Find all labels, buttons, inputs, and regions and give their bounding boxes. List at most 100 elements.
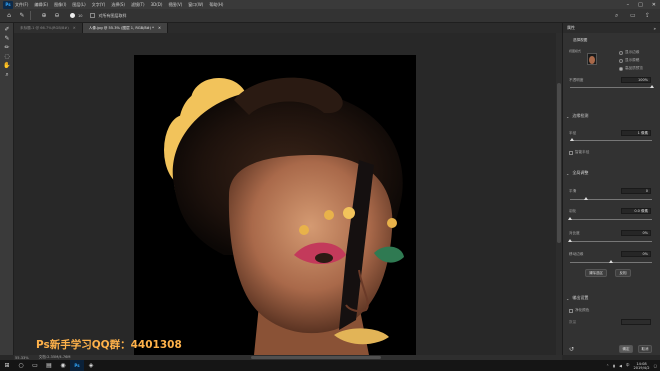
show-edge-label: 显示边缘	[625, 50, 640, 54]
show-original-checkbox[interactable]	[619, 59, 623, 63]
refine-brush-tool-icon[interactable]: ✎	[18, 12, 26, 20]
brush-tool-icon[interactable]: ✏	[0, 43, 14, 52]
close-icon[interactable]: ✕	[158, 26, 161, 30]
hand-tool-icon[interactable]: ✋	[0, 61, 14, 70]
workspace-icon[interactable]: ▭	[630, 12, 637, 19]
menu-type[interactable]: 文字(Y)	[92, 2, 106, 8]
zoom-tool-icon[interactable]: ⌕	[0, 70, 14, 79]
sample-all-layers-label: 对所有图层取样	[98, 12, 127, 18]
menu-file[interactable]: 文件(F)	[15, 2, 28, 8]
reset-icon[interactable]: ↺	[569, 346, 574, 353]
tab-portrait[interactable]: 人像.jpg @ 55.3% (图层 1, RGB/8#) * ✕	[82, 23, 168, 33]
show-edge-checkbox[interactable]	[619, 51, 623, 55]
transparency-slider[interactable]	[570, 85, 654, 88]
ok-button[interactable]: 确定	[619, 345, 633, 353]
chevron-up-icon[interactable]: ⌃	[606, 364, 609, 368]
brush-size-value: 10	[78, 13, 83, 18]
refine-edge-brush-icon[interactable]: ✎	[0, 34, 14, 43]
menu-layer[interactable]: 图层(L)	[72, 2, 85, 8]
contrast-slider[interactable]	[568, 239, 652, 242]
menu-help[interactable]: 帮助(H)	[209, 2, 223, 8]
app-icon[interactable]: ◈	[84, 360, 98, 371]
section-title: 全局调整	[572, 170, 589, 175]
slider-knob[interactable]	[568, 217, 572, 220]
brush-size-picker[interactable]	[66, 12, 78, 20]
menu-3d[interactable]: 3D(D)	[151, 2, 163, 7]
taskbar: ⊞ ○ ▭ ▤ ◉ Ps ◈ ⌃ ▮ ◀ 中 14:08 2019/4/2 ▢	[0, 360, 660, 371]
slider-knob[interactable]	[650, 85, 654, 88]
global-refine-section[interactable]: ⌄ 全局调整	[566, 170, 588, 176]
hq-preview-label: 高品质预览	[625, 66, 643, 70]
explorer-icon[interactable]: ▤	[42, 360, 56, 371]
shift-edge-field[interactable]: 0%	[621, 251, 651, 257]
home-icon[interactable]: ⌂	[5, 12, 13, 20]
smooth-label: 平滑	[569, 189, 577, 193]
quick-selection-tool-icon[interactable]: ✐	[0, 25, 14, 34]
photoshop-taskbar-button[interactable]: Ps	[70, 360, 84, 371]
portrait-illustration	[134, 55, 416, 355]
menu-filter[interactable]: 滤镜(T)	[131, 2, 145, 8]
network-icon[interactable]: ▮	[613, 364, 615, 368]
invert-button[interactable]: 反相	[615, 269, 631, 277]
maximize-button[interactable]: □	[638, 2, 643, 8]
zoom-level[interactable]: 55.33%	[15, 356, 29, 360]
notification-icon[interactable]: ▢	[654, 364, 657, 368]
minimize-button[interactable]: –	[627, 2, 630, 8]
transparency-field[interactable]: 100%	[621, 77, 651, 83]
radius-slider[interactable]	[569, 138, 652, 141]
subtract-mode-icon[interactable]: ⊖	[53, 12, 61, 20]
volume-icon[interactable]: ◀	[619, 364, 622, 368]
task-view-icon[interactable]: ▭	[28, 360, 42, 371]
share-icon[interactable]: ⇪	[645, 12, 652, 19]
view-mode-thumbnail[interactable]	[587, 53, 597, 65]
output-section[interactable]: ⌄ 输出设置	[566, 295, 588, 301]
feather-slider[interactable]	[568, 217, 652, 220]
radius-label: 半径	[569, 131, 577, 135]
lasso-tool-icon[interactable]: ◌	[0, 52, 14, 61]
decontaminate-checkbox[interactable]	[569, 309, 573, 313]
menu-image[interactable]: 图像(I)	[54, 2, 66, 8]
ps-logo: Ps	[3, 0, 13, 9]
search-icon[interactable]: ○	[14, 360, 28, 371]
close-window-button[interactable]: ✕	[652, 2, 656, 8]
smooth-field[interactable]: 0	[621, 188, 651, 194]
clock[interactable]: 14:08 2019/4/2	[633, 362, 649, 370]
slider-knob[interactable]	[569, 138, 574, 141]
slider-knob[interactable]	[609, 260, 613, 263]
slider-knob[interactable]	[568, 239, 572, 242]
menu-window[interactable]: 窗口(W)	[188, 2, 203, 8]
portrait-image[interactable]	[134, 55, 416, 355]
hq-preview-checkbox[interactable]	[619, 67, 623, 71]
search-icon[interactable]: ⌕	[615, 12, 622, 19]
horizontal-scrollbar[interactable]	[250, 356, 381, 359]
menu-edit[interactable]: 编辑(E)	[34, 2, 48, 8]
scroll-thumb[interactable]	[557, 83, 561, 243]
slider-knob[interactable]	[584, 197, 589, 200]
amount-field[interactable]	[621, 319, 651, 325]
view-mode-title: 选择视图	[573, 38, 588, 42]
close-icon[interactable]: ✕	[73, 26, 76, 30]
transparency-label: 不透明度	[569, 78, 584, 82]
menu-view[interactable]: 视图(V)	[168, 2, 182, 8]
edge-detect-section[interactable]: ⌄ 边缘检测	[566, 113, 588, 119]
canvas-area[interactable]: Ps新手学习QQ群：4401308	[14, 33, 556, 355]
smooth-slider[interactable]	[570, 197, 652, 200]
collapse-icon[interactable]: »	[654, 26, 656, 31]
add-mode-icon[interactable]: ⊕	[40, 12, 48, 20]
divider	[30, 11, 31, 20]
feather-field[interactable]: 0.0 像素	[621, 208, 651, 214]
shift-edge-slider[interactable]	[570, 260, 652, 263]
ime-indicator[interactable]: 中	[626, 363, 630, 368]
menu-select[interactable]: 选择(S)	[111, 2, 125, 8]
browser-icon[interactable]: ◉	[56, 360, 70, 371]
start-icon[interactable]: ⊞	[0, 360, 14, 371]
cancel-button[interactable]: 取消	[638, 345, 652, 353]
tab-untitled[interactable]: 未标题-1 @ 66.7%(RGB/8#) ✕	[14, 23, 83, 33]
sample-all-layers-checkbox[interactable]	[90, 13, 96, 18]
clear-selection-button[interactable]: 清除选区	[585, 269, 607, 277]
radius-field[interactable]: 1 像素	[621, 130, 651, 136]
smart-radius-checkbox[interactable]	[569, 151, 573, 155]
contrast-field[interactable]: 0%	[621, 230, 651, 236]
view-mode-label: 视图模式	[569, 49, 582, 53]
panel-title: 属性	[567, 25, 575, 30]
